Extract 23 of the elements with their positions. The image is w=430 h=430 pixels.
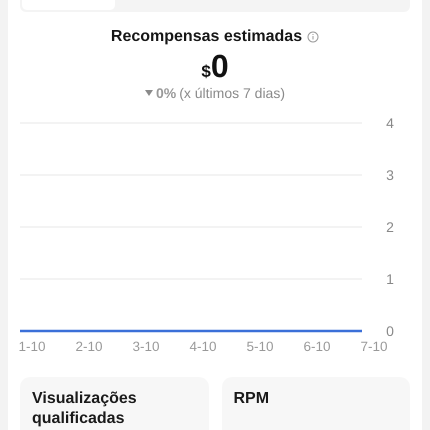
rewards-amount: 0 [210,49,229,83]
y-tick-label: 4 [386,115,394,131]
y-tick-label: 3 [386,167,394,183]
x-tick-label: 4-10 [189,339,217,354]
x-tick-label: 5-10 [246,339,274,354]
x-tick-label: 7-10 [360,339,388,354]
metric-title: RPM [234,389,270,409]
x-tick-label: 1-10 [18,339,46,354]
metric-title: Visualizações qualificadas [32,389,138,429]
change-percent: 0% [156,85,176,101]
x-tick-label: 6-10 [303,339,331,354]
y-tick-label: 1 [386,271,394,287]
x-tick-label: 3-10 [132,339,160,354]
currency-symbol: $ [201,62,211,82]
info-icon[interactable] [307,31,320,43]
x-tick-label: 2-10 [75,339,103,354]
metric-card[interactable]: RPM [222,377,410,430]
y-tick-label: 0 [386,323,394,339]
metric-card[interactable]: Visualizações qualificadas [20,377,208,430]
rewards-title: Recompensas estimadas [110,28,302,46]
y-tick-label: 2 [386,219,394,235]
down-triangle-icon [144,90,153,96]
period-label: (x últimos 7 dias) [179,85,286,101]
